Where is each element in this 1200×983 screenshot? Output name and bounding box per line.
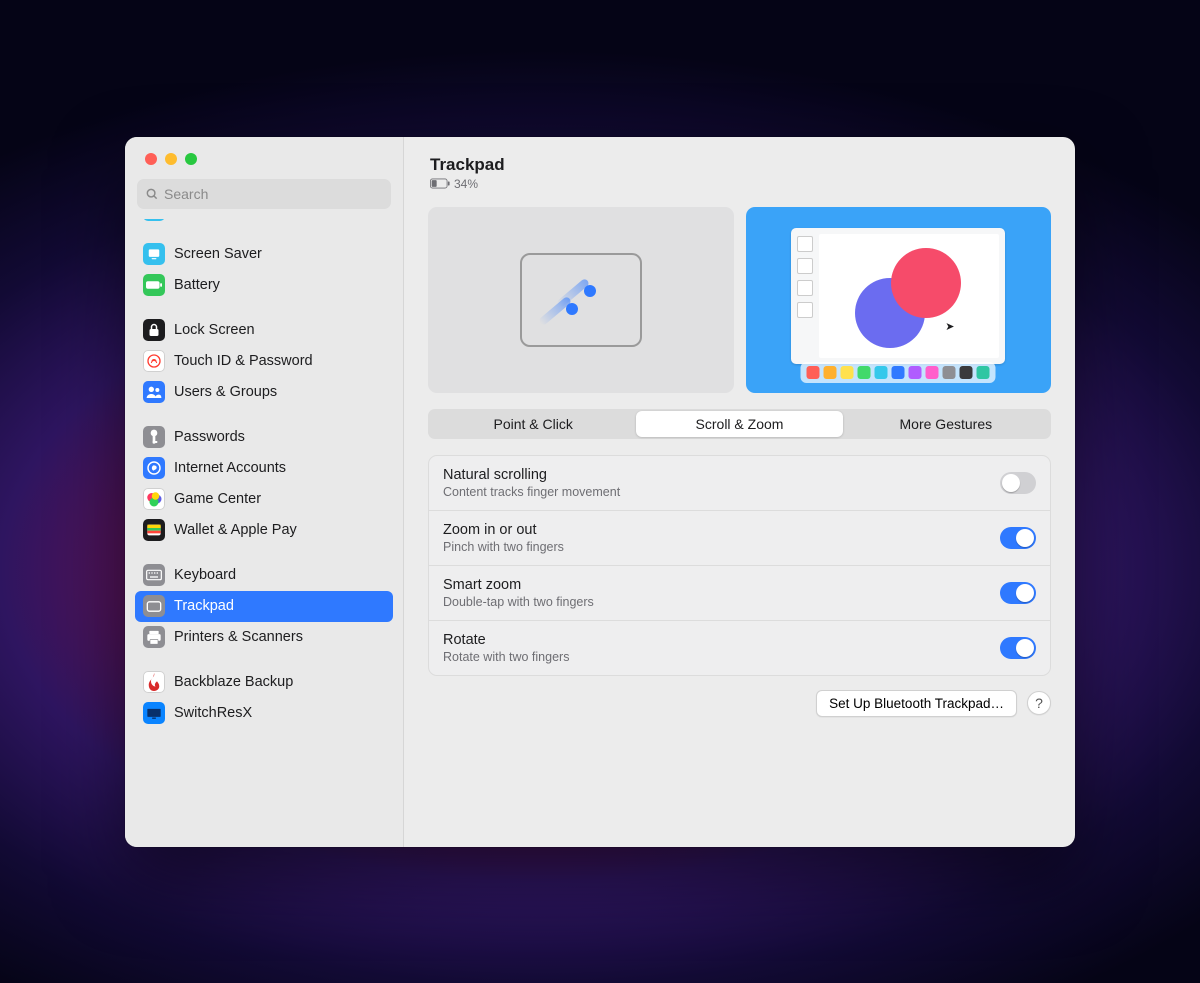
backblaze-icon	[143, 671, 165, 693]
row-rotate: Rotate Rotate with two fingers	[429, 620, 1050, 675]
sidebar-item-label: Printers & Scanners	[174, 629, 303, 645]
sidebar-item-passwords[interactable]: Passwords	[135, 422, 393, 453]
tab-more-gestures[interactable]: More Gestures	[843, 411, 1049, 437]
sidebar-item-label: Users & Groups	[174, 384, 277, 400]
users-icon	[143, 381, 165, 403]
footer: Set Up Bluetooth Trackpad… ?	[428, 690, 1051, 717]
tab-point-click[interactable]: Point & Click	[430, 411, 636, 437]
sidebar-item-label: Touch ID & Password	[174, 353, 313, 369]
sidebar-list: …Screen SaverBatteryLock ScreenTouch ID …	[125, 219, 403, 847]
search-input[interactable]	[164, 186, 383, 202]
switchresx-icon	[143, 702, 165, 724]
sidebar-item-trackpad[interactable]: Trackpad	[135, 591, 393, 622]
row-subtitle: Double-tap with two fingers	[443, 595, 1000, 609]
sidebar-item-label: Lock Screen	[174, 322, 255, 338]
sidebar-item-label: Trackpad	[174, 598, 234, 614]
trackpad-icon	[520, 253, 642, 347]
sidebar-item-users[interactable]: Users & Groups	[135, 377, 393, 408]
settings-list: Natural scrolling Content tracks finger …	[428, 455, 1051, 676]
row-zoom: Zoom in or out Pinch with two fingers	[429, 510, 1050, 565]
sidebar-item-touchid[interactable]: Touch ID & Password	[135, 346, 393, 377]
lockscreen-icon	[143, 319, 165, 341]
battery-status: 34%	[430, 177, 1051, 191]
battery-percent: 34%	[454, 177, 478, 191]
row-natural-scrolling: Natural scrolling Content tracks finger …	[429, 456, 1050, 510]
wallet-icon	[143, 519, 165, 541]
header: Trackpad 34%	[428, 155, 1051, 191]
toggle-smart-zoom[interactable]	[1000, 582, 1036, 604]
sidebar-item-label: Screen Saver	[174, 246, 262, 262]
search-icon	[145, 187, 159, 201]
app-window-icon: ➤	[791, 228, 1005, 364]
toggle-rotate[interactable]	[1000, 637, 1036, 659]
sidebar-item-label: Wallet & Apple Pay	[174, 522, 297, 538]
row-title: Zoom in or out	[443, 522, 1000, 538]
sidebar-item-wallet[interactable]: Wallet & Apple Pay	[135, 515, 393, 546]
keyboard-icon	[143, 564, 165, 586]
sidebar-item-switchresx[interactable]: SwitchResX	[135, 698, 393, 729]
window-minimize-button[interactable]	[165, 153, 177, 165]
cursor-icon: ➤	[945, 320, 954, 333]
sidebar-item-lockscreen[interactable]: Lock Screen	[135, 315, 393, 346]
battery-icon	[430, 178, 450, 189]
passwords-icon	[143, 426, 165, 448]
row-title: Smart zoom	[443, 577, 1000, 593]
toggle-zoom[interactable]	[1000, 527, 1036, 549]
settings-window: …Screen SaverBatteryLock ScreenTouch ID …	[125, 137, 1075, 847]
traffic-lights	[125, 137, 403, 165]
row-title: Natural scrolling	[443, 467, 1000, 483]
sidebar-item-label: Keyboard	[174, 567, 236, 583]
search-field[interactable]	[137, 179, 391, 209]
preview-row: ➤	[428, 207, 1051, 393]
row-subtitle: Rotate with two fingers	[443, 650, 1000, 664]
tab-scroll-zoom[interactable]: Scroll & Zoom	[636, 411, 842, 437]
row-subtitle: Pinch with two fingers	[443, 540, 1000, 554]
row-title: Rotate	[443, 632, 1000, 648]
gamecenter-icon	[143, 488, 165, 510]
toggle-natural-scrolling[interactable]	[1000, 472, 1036, 494]
setup-bluetooth-button[interactable]: Set Up Bluetooth Trackpad…	[816, 690, 1017, 717]
sidebar-item-label: Battery	[174, 277, 220, 293]
screensaver-icon	[143, 243, 165, 265]
window-close-button[interactable]	[145, 153, 157, 165]
trackpad-icon	[143, 595, 165, 617]
touchid-icon	[143, 350, 165, 372]
internet-icon	[143, 457, 165, 479]
sidebar: …Screen SaverBatteryLock ScreenTouch ID …	[125, 137, 404, 847]
sidebar-item-screensaver[interactable]: Screen Saver	[135, 239, 393, 270]
page-title: Trackpad	[430, 155, 1051, 175]
gesture-preview	[428, 207, 734, 393]
printers-icon	[143, 626, 165, 648]
sidebar-item-battery[interactable]: Battery	[135, 270, 393, 301]
sidebar-item-backblaze[interactable]: Backblaze Backup	[135, 667, 393, 698]
sidebar-item-gamecenter[interactable]: Game Center	[135, 484, 393, 515]
main-content: Trackpad 34% ➤	[404, 137, 1075, 847]
sidebar-item-printers[interactable]: Printers & Scanners	[135, 622, 393, 653]
result-preview: ➤	[746, 207, 1052, 393]
row-subtitle: Content tracks finger movement	[443, 485, 1000, 499]
sidebar-item-label: Passwords	[174, 429, 245, 445]
sidebar-item-internet[interactable]: Internet Accounts	[135, 453, 393, 484]
help-button[interactable]: ?	[1027, 691, 1051, 715]
battery-icon	[143, 274, 165, 296]
dock-icon	[801, 362, 996, 383]
sidebar-item-label: SwitchResX	[174, 705, 252, 721]
tab-bar: Point & Click Scroll & Zoom More Gesture…	[428, 409, 1051, 439]
sidebar-item-label: Backblaze Backup	[174, 674, 293, 690]
sidebar-item-label: Game Center	[174, 491, 261, 507]
window-maximize-button[interactable]	[185, 153, 197, 165]
row-smart-zoom: Smart zoom Double-tap with two fingers	[429, 565, 1050, 620]
sidebar-item-keyboard[interactable]: Keyboard	[135, 560, 393, 591]
sidebar-item-label: Internet Accounts	[174, 460, 286, 476]
